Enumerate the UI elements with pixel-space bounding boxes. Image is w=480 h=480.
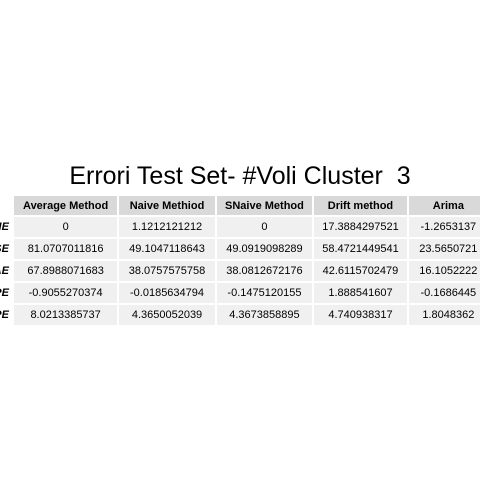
column-header-arima: Arima [408, 196, 480, 215]
table-row: RMSE 81.0707011816 49.1047118643 49.0919… [0, 239, 480, 259]
table-cell: -1.2653137 [408, 217, 480, 237]
table-cell: 23.5650721 [408, 239, 480, 259]
row-label: MPE [0, 283, 12, 303]
table-cell: -0.0185634794 [119, 283, 215, 303]
row-label: ME [0, 217, 12, 237]
table-cell: 58.4721449541 [314, 239, 407, 259]
row-label: MAPE [0, 305, 12, 325]
column-header-average-method: Average Method [13, 196, 118, 215]
table-cell: 38.0812672176 [216, 261, 313, 281]
table-cell: 17.3884297521 [314, 217, 407, 237]
table-header-row: Average Method Naive Methiod SNaive Meth… [0, 196, 480, 215]
table-cell: 0 [13, 217, 118, 237]
table-cell: 1.8048362 [408, 305, 480, 325]
table-cell: 8.0213385737 [13, 305, 118, 325]
column-header-drift-method: Drift method [314, 196, 407, 215]
table-cell: 67.8988071683 [13, 261, 118, 281]
table-row: MAE 67.8988071683 38.0757575758 38.08126… [0, 261, 480, 281]
table-cell: 1.888541607 [314, 283, 407, 303]
page-title: Errori Test Set- #Voli Cluster 3 [69, 162, 411, 190]
table-cell: 4.740938317 [314, 305, 407, 325]
error-table: Average Method Naive Methiod SNaive Meth… [0, 194, 480, 327]
table-cell: 49.1047118643 [119, 239, 215, 259]
error-table-container: Average Method Naive Methiod SNaive Meth… [0, 194, 480, 327]
column-header-snaive-method: SNaive Method [216, 196, 313, 215]
row-label: MAE [0, 261, 12, 281]
row-label: RMSE [0, 239, 12, 259]
table-cell: 38.0757575758 [119, 261, 215, 281]
table-cell: -0.9055270374 [13, 283, 118, 303]
table-cell: -0.1475120155 [216, 283, 313, 303]
table-cell: 4.3673858895 [216, 305, 313, 325]
column-header-naive-method: Naive Methiod [119, 196, 215, 215]
table-corner-cell [0, 196, 12, 215]
table-cell: -0.1686445 [408, 283, 480, 303]
table-cell: 49.0919098289 [216, 239, 313, 259]
table-row: ME 0 1.1212121212 0 17.3884297521 -1.265… [0, 217, 480, 237]
page: Errori Test Set- #Voli Cluster 3 Average… [0, 0, 480, 480]
table-row: MAPE 8.0213385737 4.3650052039 4.3673858… [0, 305, 480, 325]
table-cell: 42.6115702479 [314, 261, 407, 281]
table-cell: 81.0707011816 [13, 239, 118, 259]
table-cell: 16.1052222 [408, 261, 480, 281]
table-cell: 4.3650052039 [119, 305, 215, 325]
table-cell: 1.1212121212 [119, 217, 215, 237]
table-cell: 0 [216, 217, 313, 237]
table-row: MPE -0.9055270374 -0.0185634794 -0.14751… [0, 283, 480, 303]
